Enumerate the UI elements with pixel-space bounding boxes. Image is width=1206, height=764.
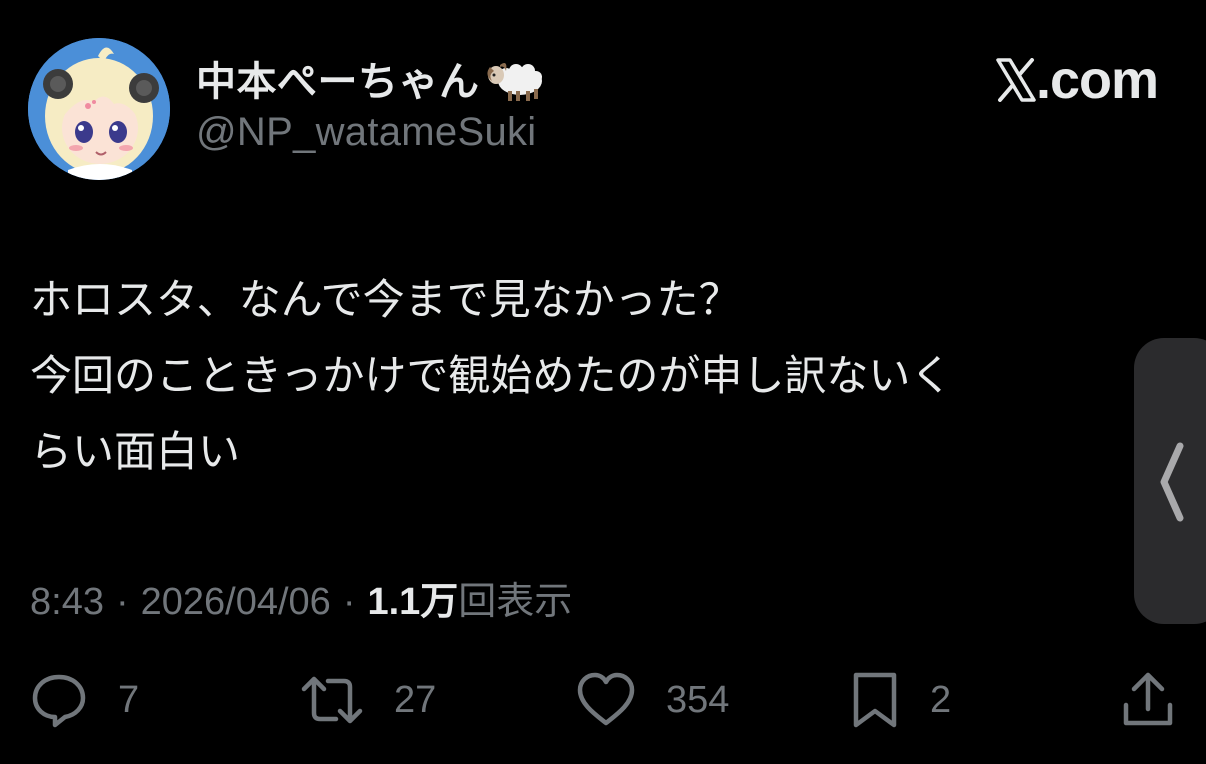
views-count[interactable]: 1.1万 (367, 570, 458, 625)
like-count: 354 (666, 678, 730, 721)
x-logo-text: .com (1035, 50, 1159, 110)
views-label[interactable]: 回表示 (458, 570, 572, 625)
share-icon (1122, 671, 1174, 729)
tweet-date[interactable]: 2026/04/06 (141, 581, 331, 624)
sheep-icon (486, 53, 546, 103)
display-name-row: 中本ぺーちゃん (196, 50, 546, 106)
tweet-header: 中本ぺーちゃん @NP_watameSuki .com (28, 38, 1159, 180)
tweet-time[interactable]: 8:43 (30, 581, 104, 624)
meta-separator: · (342, 581, 356, 623)
bookmark-button[interactable]: 2 (850, 668, 951, 732)
user-name-block: 中本ぺーちゃん @NP_watameSuki (196, 50, 546, 155)
reply-count: 7 (118, 678, 140, 721)
reply-button[interactable]: 7 (30, 668, 139, 732)
avatar-illustration (28, 38, 170, 180)
tweet-line-3: らい面白い (30, 427, 241, 476)
tweet-meta: 8:43 · 2026/04/06 · 1.1万 回表示 (30, 570, 572, 625)
chevron-left-icon (1156, 440, 1186, 528)
user-handle[interactable]: @NP_watameSuki (196, 110, 546, 155)
side-panel-tab[interactable] (1134, 338, 1206, 624)
like-button[interactable]: 354 (576, 668, 729, 732)
retweet-icon (300, 671, 364, 729)
heart-icon (576, 671, 636, 729)
meta-separator: · (115, 581, 129, 623)
x-logo-icon (996, 58, 1036, 102)
tweet-actions: 7 27 354 2 (30, 668, 1180, 732)
reply-icon (30, 671, 88, 729)
tweet-line-1: ホロスタ、なんで今まで見なかった？ (30, 275, 741, 324)
x-logo[interactable]: .com (996, 50, 1159, 110)
retweet-button[interactable]: 27 (300, 668, 436, 732)
tweet-line-2: 今回のこときっかけで観始めたのが申し訳ないく (30, 351, 953, 400)
display-name[interactable]: 中本ぺーちゃん (196, 49, 480, 107)
retweet-count: 27 (394, 678, 437, 721)
share-button[interactable] (1122, 668, 1174, 732)
bookmark-count: 2 (930, 678, 952, 721)
bookmark-icon (850, 671, 900, 729)
tweet-text: ホロスタ、なんで今まで見なかった？ 今回のこときっかけで観始めたのが申し訳ないくら… (30, 262, 1140, 490)
avatar[interactable] (28, 38, 170, 180)
